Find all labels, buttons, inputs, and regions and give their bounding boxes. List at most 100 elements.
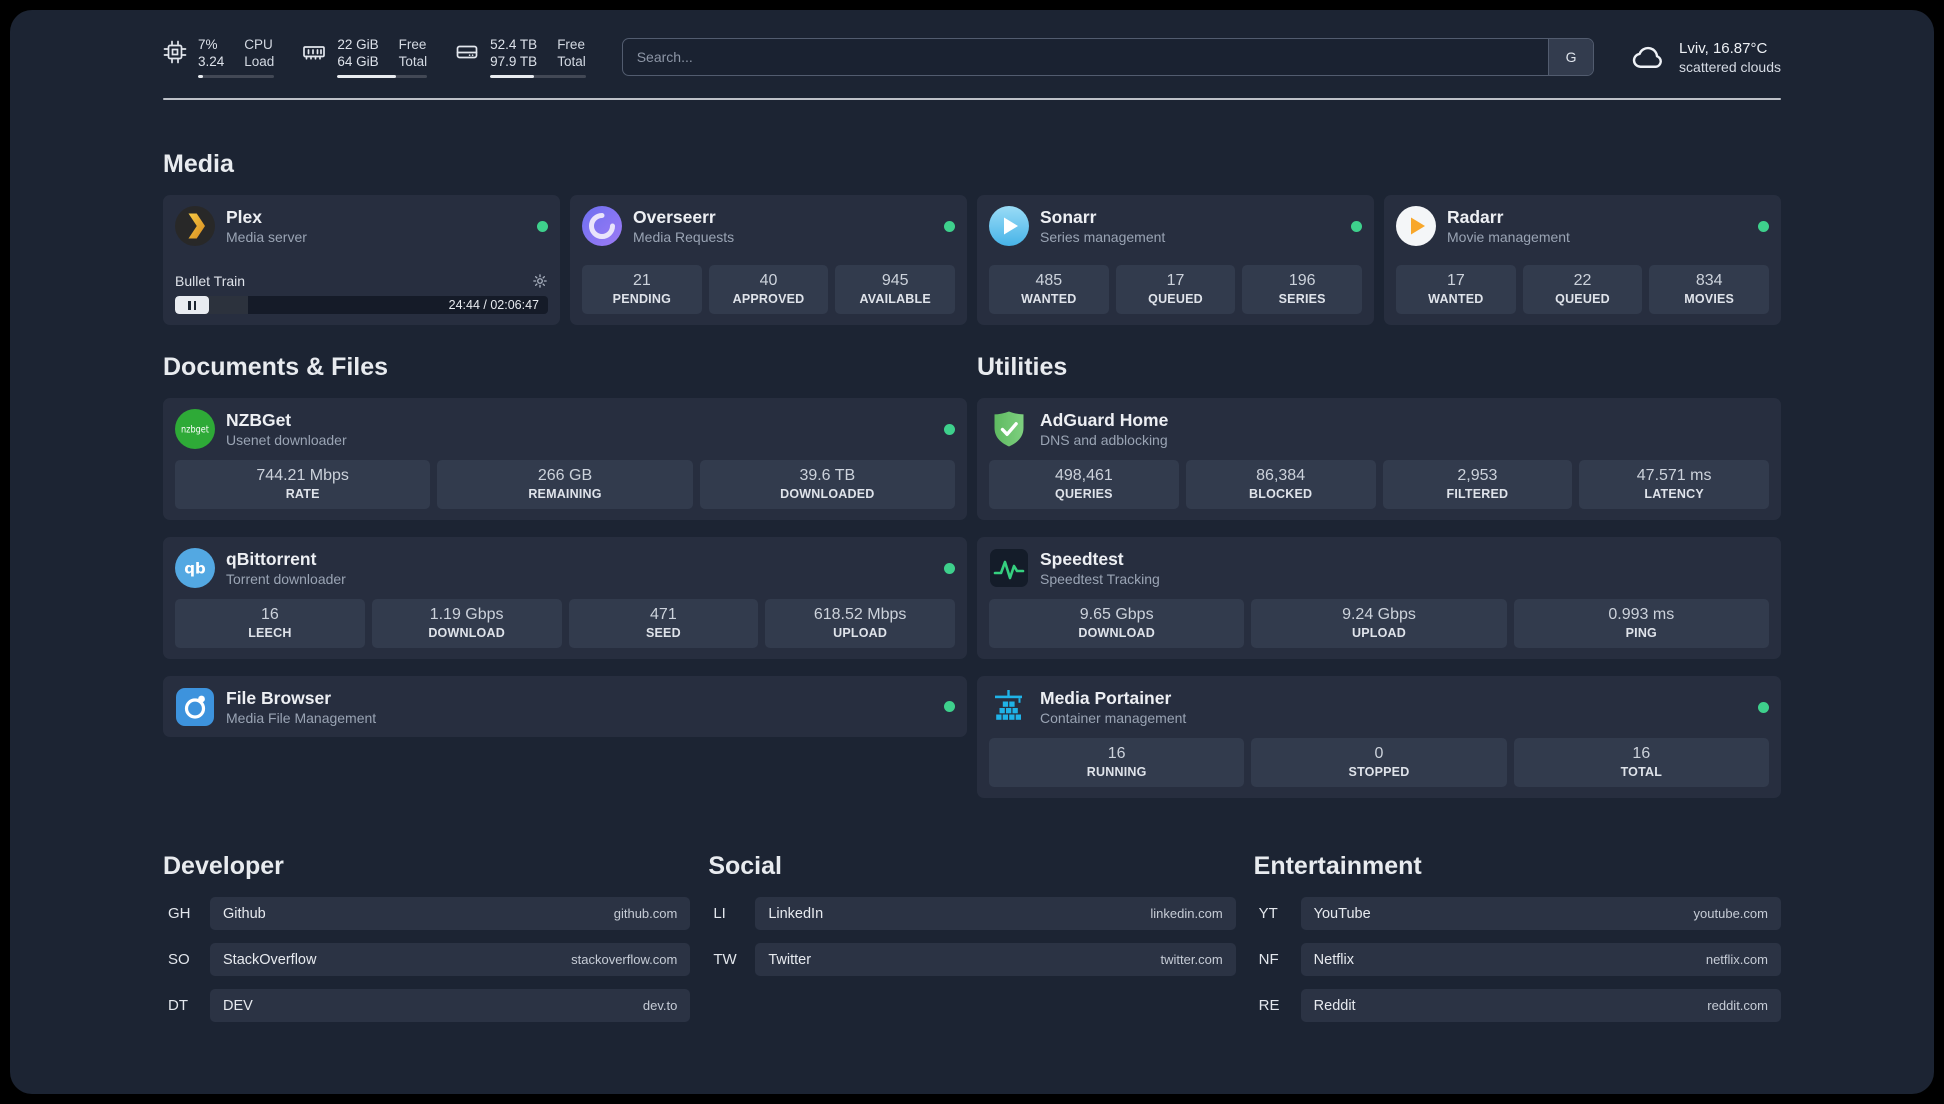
stat-tile: 22 QUEUED — [1522, 265, 1643, 314]
bookmark-abbr: DT — [168, 997, 188, 1014]
section-documents: Documents & Files nzbget NZBGet Usenet d… — [163, 353, 967, 737]
stat-tile: 21 PENDING — [582, 265, 702, 314]
stat-label: STOPPED — [1348, 765, 1410, 779]
memory-total-label: Total — [398, 54, 428, 69]
stat-value: 86,384 — [1256, 467, 1306, 484]
stat-tile: 0 STOPPED — [1251, 738, 1507, 787]
stat-value: 9.65 Gbps — [1079, 606, 1154, 623]
service-name: Overseerr — [633, 207, 716, 227]
stat-tile: 196 SERIES — [1242, 265, 1363, 314]
bookmark-row-dev[interactable]: DT DEV dev.to — [163, 989, 691, 1022]
service-link-qbittorrent[interactable]: qb qBittorrent Torrent downloader — [175, 548, 955, 588]
service-link-filebrowser[interactable]: File Browser Media File Management — [175, 687, 955, 727]
bookmark-row-linkedin[interactable]: LI LinkedIn linkedin.com — [708, 897, 1236, 930]
stat-value: 2,953 — [1457, 467, 1498, 484]
service-card-qbittorrent: qb qBittorrent Torrent downloader 16 LEE… — [163, 537, 967, 659]
bookmark-abbr: LI — [713, 905, 726, 922]
bookmark-pill[interactable]: Github github.com — [210, 897, 691, 930]
bookmark-row-youtube[interactable]: YT YouTube youtube.com — [1254, 897, 1781, 930]
service-link-nzbget[interactable]: nzbget NZBGet Usenet downloader — [175, 409, 955, 449]
stat-label: RATE — [285, 487, 320, 501]
service-link-portainer[interactable]: Media Portainer Container management — [989, 687, 1769, 727]
playback-time: 24:44 / 02:06:47 — [448, 298, 539, 312]
bookmark-row-github[interactable]: GH Github github.com — [163, 897, 691, 930]
section-title-documents: Documents & Files — [163, 353, 389, 381]
service-name: File Browser — [226, 687, 332, 708]
weather-location: Lviv, 16.87°C — [1679, 39, 1768, 57]
stat-tile: 744.21 Mbps RATE — [175, 460, 431, 509]
bookmark-domain: dev.to — [642, 998, 678, 1013]
service-subtitle: Container management — [1040, 710, 1187, 726]
stat-tile: 86,384 BLOCKED — [1185, 460, 1376, 509]
stat-tile: 266 GB REMAINING — [437, 460, 693, 509]
stat-tile: 17 QUEUED — [1115, 265, 1236, 314]
bookmark-pill[interactable]: YouTube youtube.com — [1300, 897, 1781, 930]
bookmark-row-stackoverflow[interactable]: SO StackOverflow stackoverflow.com — [163, 943, 691, 976]
bookmark-pill[interactable]: LinkedIn linkedin.com — [755, 897, 1236, 930]
filebrowser-icon — [175, 687, 215, 727]
speedtest-icon — [989, 548, 1029, 588]
stat-value: 17 — [1446, 272, 1465, 289]
service-link-sonarr[interactable]: Sonarr Series management — [989, 206, 1362, 246]
bookmark-pill[interactable]: Reddit reddit.com — [1300, 989, 1781, 1022]
status-dot — [537, 220, 548, 232]
stat-tile: 40 APPROVED — [708, 265, 829, 314]
section-title-utilities: Utilities — [977, 353, 1068, 381]
status-dot — [944, 701, 955, 712]
disk-total-value: 97.9 TB — [490, 54, 538, 69]
gear-icon[interactable] — [532, 273, 548, 289]
stat-tile: 16 TOTAL — [1513, 738, 1769, 787]
search-input[interactable] — [622, 39, 1549, 75]
service-link-speedtest[interactable]: Speedtest Speedtest Tracking — [989, 548, 1769, 588]
cloud-icon — [1630, 39, 1666, 75]
stat-label: PENDING — [612, 292, 672, 306]
nzbget-icon: nzbget — [175, 409, 215, 449]
bookmark-name: Reddit — [1313, 997, 1356, 1014]
cpu-load-label: Load — [244, 54, 275, 69]
bookmark-row-reddit[interactable]: RE Reddit reddit.com — [1254, 989, 1781, 1022]
stat-value: 0.993 ms — [1608, 606, 1675, 623]
search-provider-button[interactable]: G — [1548, 39, 1594, 75]
disk-free-value: 52.4 TB — [490, 37, 538, 52]
bookmark-domain: reddit.com — [1707, 998, 1768, 1013]
qbittorrent-icon: qb — [175, 548, 215, 588]
service-name: Radarr — [1447, 207, 1504, 227]
stat-label: SEED — [645, 626, 681, 640]
service-card-radarr: Radarr Movie management 17 WANTED 22 QUE… — [1384, 195, 1781, 325]
bookmark-row-twitter[interactable]: TW Twitter twitter.com — [708, 943, 1236, 976]
bookmark-domain: twitter.com — [1160, 952, 1223, 967]
plex-icon — [175, 206, 215, 246]
service-name: Speedtest — [1040, 549, 1124, 569]
stat-label: LEECH — [248, 626, 292, 640]
bookmark-domain: netflix.com — [1705, 952, 1768, 967]
now-playing-title: Bullet Train — [175, 273, 246, 289]
bookmark-pill[interactable]: Twitter twitter.com — [755, 943, 1236, 976]
service-link-radarr[interactable]: Radarr Movie management — [1396, 206, 1769, 246]
status-dot — [1351, 220, 1362, 232]
stat-tile: 498,461 QUERIES — [989, 460, 1179, 509]
search-bar: G — [621, 38, 1595, 76]
stat-tile: 485 WANTED — [989, 265, 1109, 314]
section-media: Media Plex Media server Bullet Train 24:… — [163, 150, 1781, 325]
memory-progress-bar — [337, 75, 428, 78]
service-link-plex[interactable]: Plex Media server — [175, 206, 548, 246]
stat-value: 834 — [1695, 272, 1723, 289]
memory-widget: 22 GiB Free 64 GiB Total — [302, 36, 428, 78]
weather-condition: scattered clouds — [1679, 58, 1781, 75]
bookmark-row-netflix[interactable]: NF Netflix netflix.com — [1254, 943, 1781, 976]
service-link-adguard[interactable]: AdGuard Home DNS and adblocking — [989, 409, 1769, 449]
bookmark-pill[interactable]: StackOverflow stackoverflow.com — [210, 943, 691, 976]
service-card-filebrowser: File Browser Media File Management — [163, 676, 967, 737]
service-link-overseerr[interactable]: Overseerr Media Requests — [582, 206, 955, 246]
bookmark-domain: stackoverflow.com — [571, 952, 678, 967]
bookmark-name: YouTube — [1313, 905, 1371, 922]
bookmark-pill[interactable]: DEV dev.to — [210, 989, 691, 1022]
cpu-label: CPU — [244, 37, 273, 52]
radarr-icon — [1396, 206, 1436, 246]
portainer-icon — [989, 687, 1029, 727]
section-utilities: Utilities AdGuard Home DNS and adblockin… — [977, 353, 1781, 798]
memory-total-value: 64 GiB — [337, 54, 379, 69]
stat-label: RUNNING — [1086, 765, 1147, 779]
status-dot — [944, 562, 955, 574]
bookmark-pill[interactable]: Netflix netflix.com — [1300, 943, 1781, 976]
